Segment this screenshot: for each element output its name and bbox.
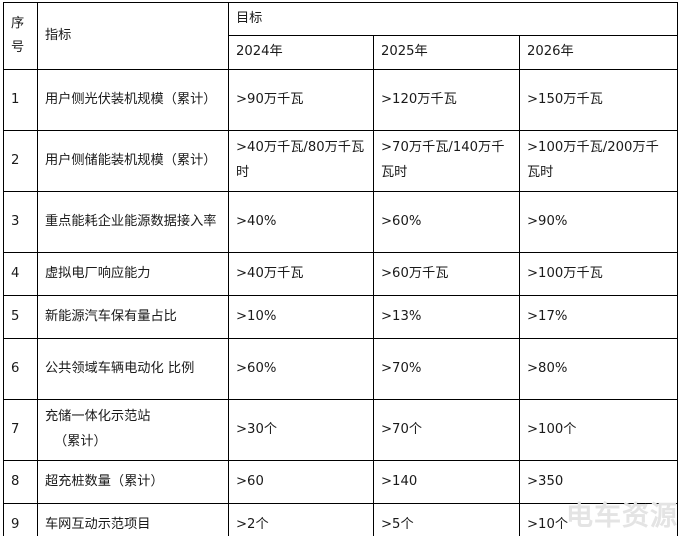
row-value-2026: >10个 <box>518 502 679 536</box>
column-header-target-group: 目标 <box>227 1 679 37</box>
sequence-header-char-1: 序 <box>11 15 25 31</box>
table-row: 5 新能源汽车保有量占比 >10% >13% >17% <box>3 294 679 339</box>
row-value-2026: >80% <box>518 337 679 400</box>
column-header-year-2024: 2024年 <box>228 35 374 70</box>
row-metric: 重点能耗企业能源数据接入率 <box>37 190 229 253</box>
metric-line-2: 例 <box>181 360 195 376</box>
row-value-2025: >60% <box>373 190 520 253</box>
row-value-2024: >10% <box>228 294 374 339</box>
row-metric: 用户侧光伏装机规模（累计） <box>37 68 229 131</box>
row-value-2025: >70个 <box>373 398 520 461</box>
row-value-2025: >13% <box>373 294 520 339</box>
table-row: 6 公共领域车辆电动化 比例 >60% >70% >80% <box>3 337 679 400</box>
row-value-2026: >100万千瓦 <box>518 251 679 296</box>
header-row-top: 序号 指标 目标 <box>3 1 679 70</box>
row-metric: 公共领域车辆电动化 比例 <box>37 337 229 400</box>
row-sequence: 7 <box>3 398 38 461</box>
metrics-target-table: 序号 指标 目标 2024年 2025年 2026年 1 用户侧光伏装机规模（累… <box>3 1 679 536</box>
row-value-2024: >30个 <box>228 398 374 461</box>
table-row: 2 用户侧储能装机规模（累计） >40万千瓦/80万千瓦时 >70万千瓦/140… <box>3 129 679 192</box>
sequence-header-char-2: 号 <box>11 39 25 55</box>
row-sequence: 2 <box>3 129 38 192</box>
row-metric: 充储一体化示范站 （累计） <box>37 398 229 461</box>
row-metric: 车网互动示范项目 <box>37 502 229 536</box>
table-row: 7 充储一体化示范站 （累计） >30个 >70个 >100个 <box>3 398 679 461</box>
row-sequence: 3 <box>3 190 38 253</box>
table-body: 1 用户侧光伏装机规模（累计） >90万千瓦 >120万千瓦 >150万千瓦 2… <box>3 68 679 536</box>
metric-line-2: 计） <box>190 91 217 107</box>
table-row: 9 车网互动示范项目 >2个 >5个 >10个 <box>3 502 679 536</box>
row-value-2025: >70% <box>373 337 520 400</box>
metric-line-1: 用户侧光伏装机规模（累 <box>45 91 191 107</box>
row-value-2026: >90% <box>518 190 679 253</box>
row-value-2024: >40% <box>228 190 374 253</box>
row-value-2026: >350 <box>518 459 679 504</box>
row-sequence: 5 <box>3 294 38 339</box>
row-metric: 超充桩数量（累计） <box>37 459 229 504</box>
row-value-2025: >60万千瓦 <box>373 251 520 296</box>
metric-line-2: 计） <box>190 152 217 168</box>
row-value-2024: >40万千瓦 <box>228 251 374 296</box>
table-row: 3 重点能耗企业能源数据接入率 >40% >60% >90% <box>3 190 679 253</box>
metric-line-1: 重点能耗企业能源数据接 <box>45 213 191 229</box>
row-value-2024: >2个 <box>228 502 374 536</box>
metric-line-1: 充储一体化示范站 <box>45 409 151 425</box>
document-page: 序号 指标 目标 2024年 2025年 2026年 1 用户侧光伏装机规模（累… <box>0 0 684 536</box>
column-header-sequence: 序号 <box>3 2 38 70</box>
row-sequence: 8 <box>3 459 38 504</box>
metric-line-2: 入率 <box>190 213 217 229</box>
row-metric: 虚拟电厂响应能力 <box>37 251 229 296</box>
row-value-2026: >17% <box>518 294 679 339</box>
row-sequence: 4 <box>3 251 38 296</box>
column-header-year-2025: 2025年 <box>373 35 520 70</box>
row-value-2026: >150万千瓦 <box>518 68 679 131</box>
column-header-year-2026: 2026年 <box>518 35 679 70</box>
row-sequence: 1 <box>3 68 38 131</box>
table-row: 4 虚拟电厂响应能力 >40万千瓦 >60万千瓦 >100万千瓦 <box>3 251 679 296</box>
row-sequence: 9 <box>3 502 38 536</box>
table-header: 序号 指标 目标 2024年 2025年 2026年 <box>3 1 679 70</box>
row-value-2025: >140 <box>373 459 520 504</box>
table-row: 8 超充桩数量（累计） >60 >140 >350 <box>3 459 679 504</box>
row-metric: 用户侧储能装机规模（累计） <box>37 129 229 192</box>
row-value-2025: >5个 <box>373 502 520 536</box>
row-value-2024: >60 <box>228 459 374 504</box>
metric-line-2: （累计） <box>54 433 107 449</box>
row-value-2026: >100个 <box>518 398 679 461</box>
metric-line-1: 公共领域车辆电动化 比 <box>45 360 182 376</box>
row-value-2024: >40万千瓦/80万千瓦时 <box>228 129 374 192</box>
column-header-metric: 指标 <box>37 2 229 70</box>
table-row: 1 用户侧光伏装机规模（累计） >90万千瓦 >120万千瓦 >150万千瓦 <box>3 68 679 131</box>
row-value-2024: >90万千瓦 <box>228 68 374 131</box>
row-value-2026: >100万千瓦/200万千瓦时 <box>518 129 679 192</box>
row-value-2024: >60% <box>228 337 374 400</box>
row-sequence: 6 <box>3 337 38 400</box>
row-value-2025: >70万千瓦/140万千瓦时 <box>373 129 520 192</box>
row-value-2025: >120万千瓦 <box>373 68 520 131</box>
metric-line-1: 用户侧储能装机规模（累 <box>45 152 191 168</box>
row-metric: 新能源汽车保有量占比 <box>37 294 229 339</box>
